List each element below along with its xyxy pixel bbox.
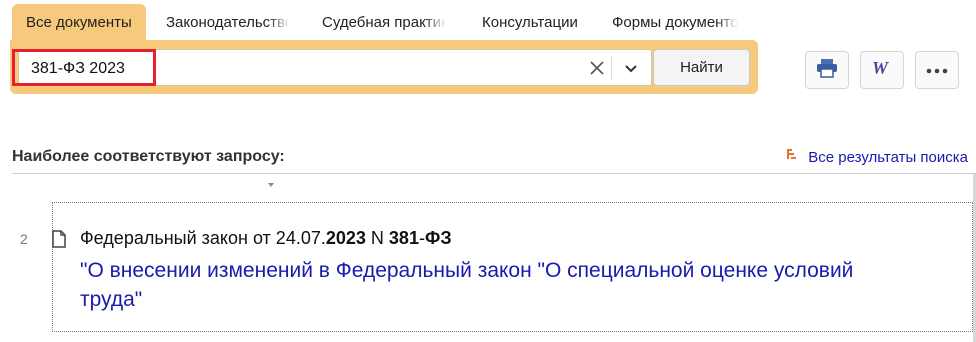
result-subtitle: Федеральный закон от 24.07.2023 N 381-ФЗ bbox=[80, 228, 452, 249]
printer-icon bbox=[816, 58, 838, 83]
chevron-down-icon[interactable] bbox=[617, 56, 645, 80]
tab-document-forms[interactable]: Формы документов bbox=[612, 4, 738, 42]
print-button[interactable] bbox=[805, 51, 849, 89]
all-results-link[interactable]: Все результаты поиска bbox=[786, 147, 968, 167]
document-icon bbox=[52, 230, 66, 253]
tab-all-documents[interactable]: Все документы bbox=[12, 4, 146, 44]
tab-legislation[interactable]: Законодательство bbox=[166, 4, 290, 42]
scroll-marker bbox=[268, 174, 274, 187]
tab-bar: Все документы Законодательство Судебная … bbox=[12, 2, 752, 44]
more-icon bbox=[926, 61, 948, 79]
search-input[interactable] bbox=[29, 50, 573, 87]
svg-text:W: W bbox=[872, 58, 890, 78]
result-title-link[interactable]: "О внесении изменений в Федеральный зако… bbox=[80, 256, 900, 314]
find-button[interactable]: Найти bbox=[653, 49, 750, 86]
results-heading: Наиболее соответствуют запросу: bbox=[12, 148, 285, 165]
separator bbox=[611, 56, 612, 80]
results-tree-icon bbox=[786, 147, 802, 167]
all-results-label: Все результаты поиска bbox=[808, 148, 968, 166]
result-fz: ФЗ bbox=[424, 228, 452, 248]
result-n-label: N bbox=[365, 228, 389, 248]
result-number: 2 bbox=[20, 231, 28, 247]
result-year: 2023 bbox=[325, 228, 366, 248]
more-button[interactable] bbox=[915, 51, 959, 89]
result-law-number: 381 bbox=[388, 228, 419, 248]
tab-court-practice[interactable]: Судебная практика bbox=[322, 4, 446, 42]
search-panel: Найти bbox=[10, 40, 758, 94]
result-date-prefix: Федеральный закон от 24.07. bbox=[80, 228, 326, 248]
word-export-icon: W bbox=[870, 58, 894, 83]
clear-icon[interactable] bbox=[585, 56, 609, 80]
search-box bbox=[18, 49, 652, 87]
export-word-button[interactable]: W bbox=[860, 51, 904, 89]
divider bbox=[12, 173, 976, 174]
tab-consultations[interactable]: Консультации bbox=[482, 4, 578, 42]
